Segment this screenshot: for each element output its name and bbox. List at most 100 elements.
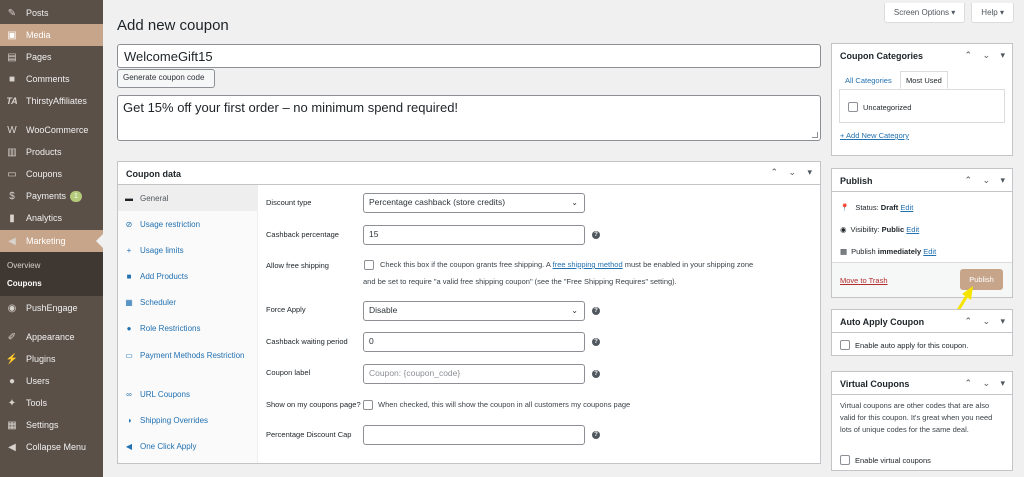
- generate-coupon-code-button[interactable]: Generate coupon code: [117, 69, 215, 88]
- publish-time-row: ▦ Publish immediately Edit: [840, 247, 937, 256]
- add-new-category-link[interactable]: + Add New Category: [840, 131, 909, 140]
- sidebar-item-marketing[interactable]: ◀ Marketing: [0, 230, 103, 252]
- virtual-coupons-panel: Virtual Coupons ⌃ ⌄ ▾ Virtual coupons ar…: [831, 371, 1013, 471]
- discount-type-select[interactable]: Percentage cashback (store credits) ⌄: [363, 193, 585, 213]
- sidebar-item-posts[interactable]: ✎ Posts: [0, 2, 103, 24]
- coupon-label-input[interactable]: Coupon: {coupon_code}: [363, 364, 585, 384]
- tab-shipping-overrides[interactable]: ◑ Shipping Overrides: [118, 414, 258, 427]
- toggle-panel-icon[interactable]: ▾: [1000, 50, 1005, 61]
- chevron-down-icon: ⌄: [571, 306, 578, 315]
- show-on-my-coupons-checkbox[interactable]: [363, 400, 373, 410]
- sidebar-item-comments[interactable]: ■ Comments: [0, 68, 103, 90]
- edit-status-link[interactable]: Edit: [900, 203, 913, 212]
- move-up-icon[interactable]: ⌃: [964, 378, 972, 389]
- coupons-icon: ▭: [7, 168, 17, 180]
- move-down-icon[interactable]: ⌄: [982, 316, 990, 327]
- user-icon: ●: [126, 324, 132, 333]
- tab-all-categories[interactable]: All Categories: [839, 71, 898, 89]
- sidebar-item-media[interactable]: ▣ Media: [0, 24, 103, 46]
- wrench-icon: ✦: [7, 397, 17, 409]
- help-icon[interactable]: ?: [592, 370, 600, 378]
- megaphone-icon: ◀: [125, 442, 133, 451]
- move-up-icon[interactable]: ⌃: [964, 175, 972, 186]
- help-button[interactable]: Help ▾: [971, 3, 1014, 23]
- sidebar-item-users[interactable]: ● Users: [0, 370, 103, 392]
- coupon-data-tabs: ▬ General ⊘ Usage restriction + Usage limit…: [118, 185, 258, 463]
- free-shipping-method-link[interactable]: free shipping method: [553, 260, 623, 269]
- calendar-icon: ▦: [125, 298, 133, 307]
- cashback-waiting-period-input[interactable]: 0: [363, 332, 585, 352]
- resize-handle[interactable]: [812, 132, 818, 138]
- tab-add-products[interactable]: ■ Add Products: [118, 270, 258, 283]
- enable-virtual-coupons-checkbox[interactable]: [840, 455, 850, 465]
- sidebar-item-pages[interactable]: ▤ Pages: [0, 46, 103, 68]
- tab-most-used[interactable]: Most Used: [900, 71, 948, 89]
- analytics-icon: ▮: [9, 212, 15, 224]
- sidebar-item-analytics[interactable]: ▮ Analytics: [0, 207, 103, 229]
- percentage-discount-cap-input[interactable]: [363, 425, 585, 445]
- payments-icon: $: [9, 190, 15, 202]
- sidebar-item-pushengage[interactable]: ◉ PushEngage: [0, 297, 103, 319]
- toggle-panel-icon[interactable]: ▾: [1000, 175, 1005, 186]
- edit-publish-time-link[interactable]: Edit: [923, 247, 936, 256]
- force-apply-select[interactable]: Disable ⌄: [363, 301, 585, 321]
- tab-usage-limits[interactable]: + Usage limits: [118, 244, 258, 257]
- settings-icon: ▦: [7, 419, 17, 431]
- sidebar-item-payments[interactable]: $ Payments 1: [0, 185, 103, 207]
- sidebar-item-settings[interactable]: ▦ Settings: [0, 414, 103, 436]
- free-shipping-description: Check this box if the coupon grants free…: [380, 260, 754, 269]
- auto-apply-checkbox[interactable]: [840, 340, 850, 350]
- tab-role-restrictions[interactable]: ● Role Restrictions: [118, 322, 258, 335]
- sidebar-item-coupons[interactable]: ▭ Coupons: [0, 163, 103, 185]
- toggle-panel-icon[interactable]: ▾: [1000, 378, 1005, 389]
- move-to-trash-link[interactable]: Move to Trash: [840, 276, 888, 285]
- sidebar-item-woocommerce[interactable]: W WooCommerce: [0, 119, 103, 141]
- auto-apply-panel: Auto Apply Coupon ⌃ ⌄ ▾ Enable auto appl…: [831, 309, 1013, 356]
- tab-general[interactable]: ▬ General: [118, 185, 258, 211]
- sidebar-item-products[interactable]: ▥ Products: [0, 141, 103, 163]
- move-up-icon[interactable]: ⌃: [770, 167, 778, 178]
- percentage-discount-cap-label: Percentage Discount Cap: [266, 430, 352, 439]
- sidebar-item-thirstyaffiliates[interactable]: TA ThirstyAffiliates: [0, 90, 103, 112]
- pin-icon: 📍: [840, 203, 850, 212]
- submenu-coupons[interactable]: Coupons: [7, 279, 42, 288]
- screen-options-button[interactable]: Screen Options ▾: [883, 3, 966, 23]
- move-down-icon[interactable]: ⌄: [982, 175, 990, 186]
- move-down-icon[interactable]: ⌄: [982, 378, 990, 389]
- move-up-icon[interactable]: ⌃: [964, 316, 972, 327]
- help-icon[interactable]: ?: [592, 431, 600, 439]
- help-icon[interactable]: ?: [592, 307, 600, 315]
- sidebar-item-plugins[interactable]: ⚡ Plugins: [0, 348, 103, 370]
- pushengage-icon: ◉: [7, 302, 17, 314]
- edit-visibility-link[interactable]: Edit: [906, 225, 919, 234]
- tab-scheduler[interactable]: ▦ Scheduler: [118, 296, 258, 309]
- sidebar-item-tools[interactable]: ✦ Tools: [0, 392, 103, 414]
- allow-free-shipping-label: Allow free shipping: [266, 261, 329, 270]
- help-icon[interactable]: ?: [592, 338, 600, 346]
- move-down-icon[interactable]: ⌄: [982, 50, 990, 61]
- limits-icon: +: [126, 246, 132, 255]
- users-icon: ●: [8, 375, 16, 387]
- move-down-icon[interactable]: ⌄: [788, 167, 796, 178]
- uncategorized-checkbox[interactable]: [848, 102, 858, 112]
- help-icon[interactable]: ?: [592, 231, 600, 239]
- description-text: Get 15% off your first order – no minimu…: [123, 100, 459, 115]
- toggle-panel-icon[interactable]: ▾: [807, 167, 812, 178]
- toggle-panel-icon[interactable]: ▾: [1000, 316, 1005, 327]
- tab-payment-methods-restriction[interactable]: ▭ Payment Methods Restriction: [118, 349, 248, 362]
- tab-one-click-apply[interactable]: ◀ One Click Apply: [118, 440, 258, 453]
- status-row: 📍 Status: Draft Edit: [840, 203, 914, 212]
- coupon-description-textarea[interactable]: Get 15% off your first order – no minimu…: [117, 95, 821, 141]
- tab-usage-restriction[interactable]: ⊘ Usage restriction: [118, 218, 258, 231]
- visibility-row: ◉ Visibility: Public Edit: [840, 225, 920, 234]
- submenu-overview[interactable]: Overview: [7, 261, 40, 270]
- collapse-menu[interactable]: ◀ Collapse Menu: [0, 436, 103, 458]
- coupon-code-input[interactable]: WelcomeGift15: [117, 44, 821, 68]
- free-shipping-checkbox[interactable]: [364, 260, 374, 270]
- cashback-percentage-input[interactable]: 15: [363, 225, 585, 245]
- sidebar-item-appearance[interactable]: ✐ Appearance: [0, 326, 103, 348]
- move-up-icon[interactable]: ⌃: [964, 50, 972, 61]
- publish-panel: Publish ⌃ ⌄ ▾ 📍 Status: Draft Edit ◉ Visib…: [831, 168, 1013, 298]
- tab-url-coupons[interactable]: ∞ URL Coupons: [118, 388, 258, 401]
- show-on-my-coupons-description: When checked, this will show the coupon …: [378, 400, 631, 409]
